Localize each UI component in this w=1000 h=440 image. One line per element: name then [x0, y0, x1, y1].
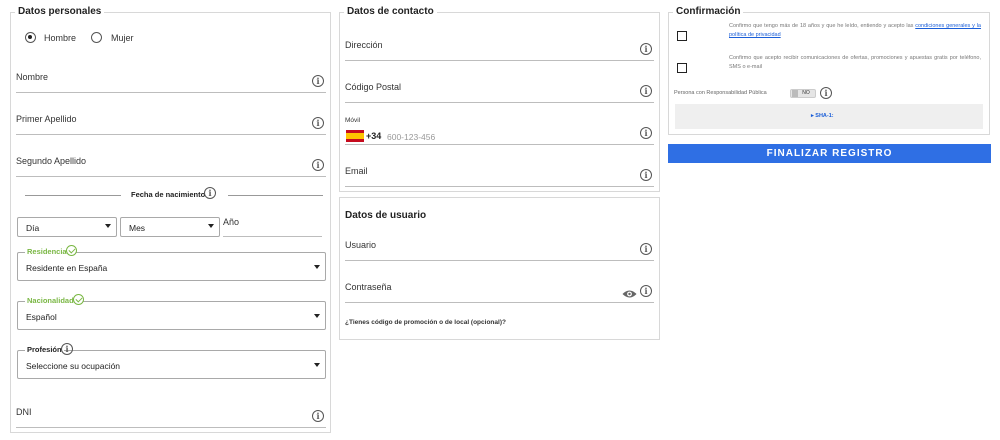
codigo-postal-field[interactable]: Código Postal i	[345, 71, 654, 103]
pep-toggle-knob	[792, 90, 798, 97]
terms-checkbox[interactable]	[677, 31, 687, 41]
sha-box: ▸ SHA-1:	[675, 104, 983, 129]
user-data-title: Datos de usuario	[342, 210, 430, 221]
pep-toggle-label: NO	[802, 90, 810, 96]
gender-male-radio[interactable]	[25, 32, 36, 43]
marketing-checkbox[interactable]	[677, 63, 687, 73]
email-field[interactable]: Email i	[345, 155, 654, 187]
pep-toggle[interactable]: NO	[790, 89, 816, 98]
residencia-select[interactable]: Residente en España	[17, 252, 326, 281]
pep-label: Persona con Responsabilidad Pública	[674, 90, 767, 96]
finalize-registration-button[interactable]: FINALIZAR REGISTRO	[668, 144, 991, 163]
personal-data-title: Datos personales	[15, 6, 105, 17]
primer-apellido-label: Primer Apellido	[16, 114, 77, 124]
spain-flag-icon[interactable]	[346, 130, 364, 142]
birth-divider-right	[228, 195, 323, 196]
dni-field[interactable]: DNI i	[16, 396, 326, 428]
phone-prefix: +34	[366, 131, 382, 141]
month-select-value: Mes	[129, 223, 146, 233]
chevron-down-icon	[105, 224, 111, 228]
promo-code-link[interactable]: ¿Tienes código de promoción o de local (…	[345, 319, 506, 326]
birth-info-icon[interactable]: i	[204, 187, 216, 199]
terms-consent-text: Confirmo que tengo más de 18 años y que …	[729, 22, 981, 40]
nacionalidad-value: Español	[26, 312, 57, 322]
info-icon[interactable]: i	[312, 159, 324, 171]
chevron-down-icon	[314, 314, 320, 318]
residencia-value: Residente en España	[26, 263, 108, 273]
info-icon[interactable]: i	[312, 117, 324, 129]
codigo-postal-label: Código Postal	[345, 82, 402, 92]
password-field[interactable]: Contraseña i	[345, 271, 654, 303]
month-select[interactable]: Mes	[120, 217, 220, 237]
dni-label: DNI	[16, 407, 32, 417]
primer-apellido-field[interactable]: Primer Apellido i	[16, 103, 326, 135]
year-placeholder: Año	[223, 217, 240, 227]
day-select[interactable]: Día	[17, 217, 117, 237]
info-icon[interactable]: i	[312, 410, 324, 422]
info-icon[interactable]: i	[640, 43, 652, 55]
chevron-down-icon	[314, 363, 320, 367]
phone-placeholder[interactable]: 600-123-456	[387, 132, 435, 142]
info-icon[interactable]: i	[640, 169, 652, 181]
sha-label[interactable]: ▸ SHA-1:	[811, 113, 834, 119]
info-icon[interactable]: i	[640, 85, 652, 97]
pep-info-icon[interactable]: i	[820, 87, 832, 99]
direccion-field[interactable]: Dirección i	[345, 29, 654, 61]
nacionalidad-label: Nacionalidad	[25, 296, 76, 305]
contact-data-title: Datos de contacto	[344, 6, 437, 17]
marketing-consent-text: Confirmo que acepto recibir comunicacion…	[729, 55, 981, 70]
chevron-down-icon	[208, 224, 214, 228]
residencia-label: Residencia	[25, 247, 69, 256]
eye-icon[interactable]	[622, 289, 637, 299]
chevron-down-icon	[314, 265, 320, 269]
nombre-label: Nombre	[16, 72, 49, 82]
segundo-apellido-field[interactable]: Segundo Apellido i	[16, 145, 326, 177]
year-field[interactable]: Año	[223, 205, 322, 237]
password-label: Contraseña	[345, 282, 392, 292]
gender-female-label: Mujer	[111, 33, 134, 43]
usuario-field[interactable]: Usuario i	[345, 229, 654, 261]
birth-date-label: Fecha de nacimiento	[131, 190, 206, 199]
terms-consent-body: Confirmo que tengo más de 18 años y que …	[729, 23, 916, 29]
profesion-value: Seleccione su ocupación	[26, 361, 121, 371]
gender-female-radio[interactable]	[91, 32, 102, 43]
info-icon[interactable]: i	[640, 285, 652, 297]
profesion-label: Profesión	[25, 345, 64, 354]
birth-divider-left	[25, 195, 121, 196]
info-icon[interactable]: i	[640, 243, 652, 255]
info-icon[interactable]: i	[312, 75, 324, 87]
email-label: Email	[345, 166, 368, 176]
gender-male-label: Hombre	[44, 33, 77, 43]
check-circle-icon	[73, 294, 84, 305]
day-select-value: Día	[26, 223, 40, 233]
confirmation-title: Confirmación	[673, 6, 744, 17]
nacionalidad-select[interactable]: Español	[17, 301, 326, 330]
check-circle-icon	[66, 245, 77, 256]
info-icon[interactable]: i	[640, 127, 652, 139]
usuario-label: Usuario	[345, 240, 377, 250]
nombre-field[interactable]: Nombre i	[16, 61, 326, 93]
profesion-info-icon[interactable]: i	[61, 343, 73, 355]
direccion-label: Dirección	[345, 40, 383, 50]
segundo-apellido-label: Segundo Apellido	[16, 156, 87, 166]
